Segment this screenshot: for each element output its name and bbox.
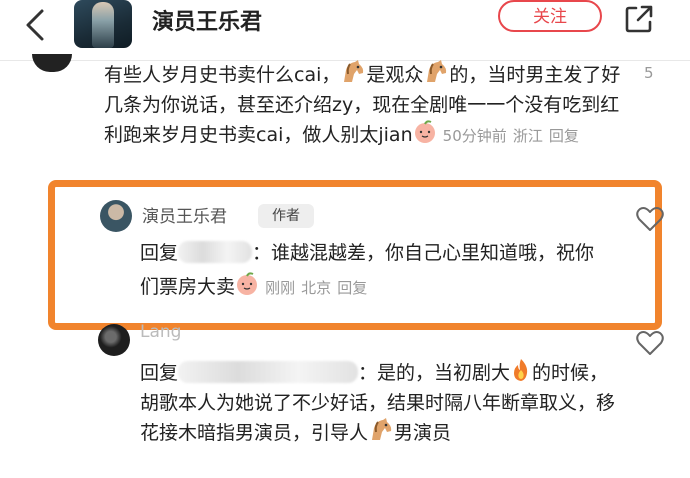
- comment-text: 有些人岁月史书卖什么cai，: [104, 64, 341, 86]
- comment-body: 有些人岁月史书卖什么cai， 是观众 的，当时男主发了好几条为你说话，甚至还介绍zy…: [104, 60, 624, 151]
- peach-emoji-icon: [237, 272, 258, 295]
- comment-author[interactable]: 演员王乐君: [142, 202, 227, 227]
- comment-location: 北京: [301, 279, 332, 297]
- reply-prefix[interactable]: 回复: [140, 362, 178, 384]
- follow-button[interactable]: 关注: [498, 0, 602, 32]
- comment-text: 是观众: [366, 64, 424, 86]
- profile-avatar[interactable]: [74, 0, 132, 48]
- comment-text: ：是的，当初剧大: [358, 362, 511, 384]
- comment-author[interactable]: Lang: [140, 322, 181, 342]
- reply-link[interactable]: 回复: [337, 279, 367, 297]
- like-count: 5: [644, 64, 654, 82]
- peach-emoji-icon: [414, 120, 435, 143]
- comment-time: 50分钟前: [442, 127, 507, 145]
- comment-body: 回复 ：是的，当初剧大 的时候，胡歌本人为她说了不少好话，结果时隔八年断章取义，移花…: [140, 358, 620, 448]
- avatar[interactable]: [100, 200, 132, 232]
- comment-location: 浙江: [512, 127, 543, 145]
- reply-body: 回复 ：谁越混越差，你自己心里知道哦，祝你们票房大卖 刚刚 北京 回复: [140, 236, 610, 305]
- horse-emoji-icon: [344, 60, 364, 82]
- blurred-username: [178, 361, 359, 383]
- back-arrow-icon[interactable]: [20, 8, 54, 42]
- fire-emoji-icon: [514, 359, 528, 381]
- blurred-username: [178, 241, 253, 263]
- reply-prefix[interactable]: 回复: [140, 242, 178, 264]
- author-badge: 作者: [258, 204, 314, 228]
- comment-time: 刚刚: [265, 279, 296, 297]
- top-bar: 演员王乐君 关注: [0, 0, 690, 54]
- avatar[interactable]: [32, 54, 72, 72]
- horse-emoji-icon: [427, 60, 447, 82]
- horse-emoji-icon: [372, 418, 392, 440]
- avatar[interactable]: [98, 324, 130, 356]
- comment-text: 男演员: [394, 422, 452, 444]
- reply-link[interactable]: 回复: [549, 127, 579, 145]
- heart-icon[interactable]: [636, 206, 664, 232]
- share-icon[interactable]: [624, 4, 654, 34]
- page-title: 演员王乐君: [152, 10, 263, 35]
- heart-icon[interactable]: [636, 330, 664, 356]
